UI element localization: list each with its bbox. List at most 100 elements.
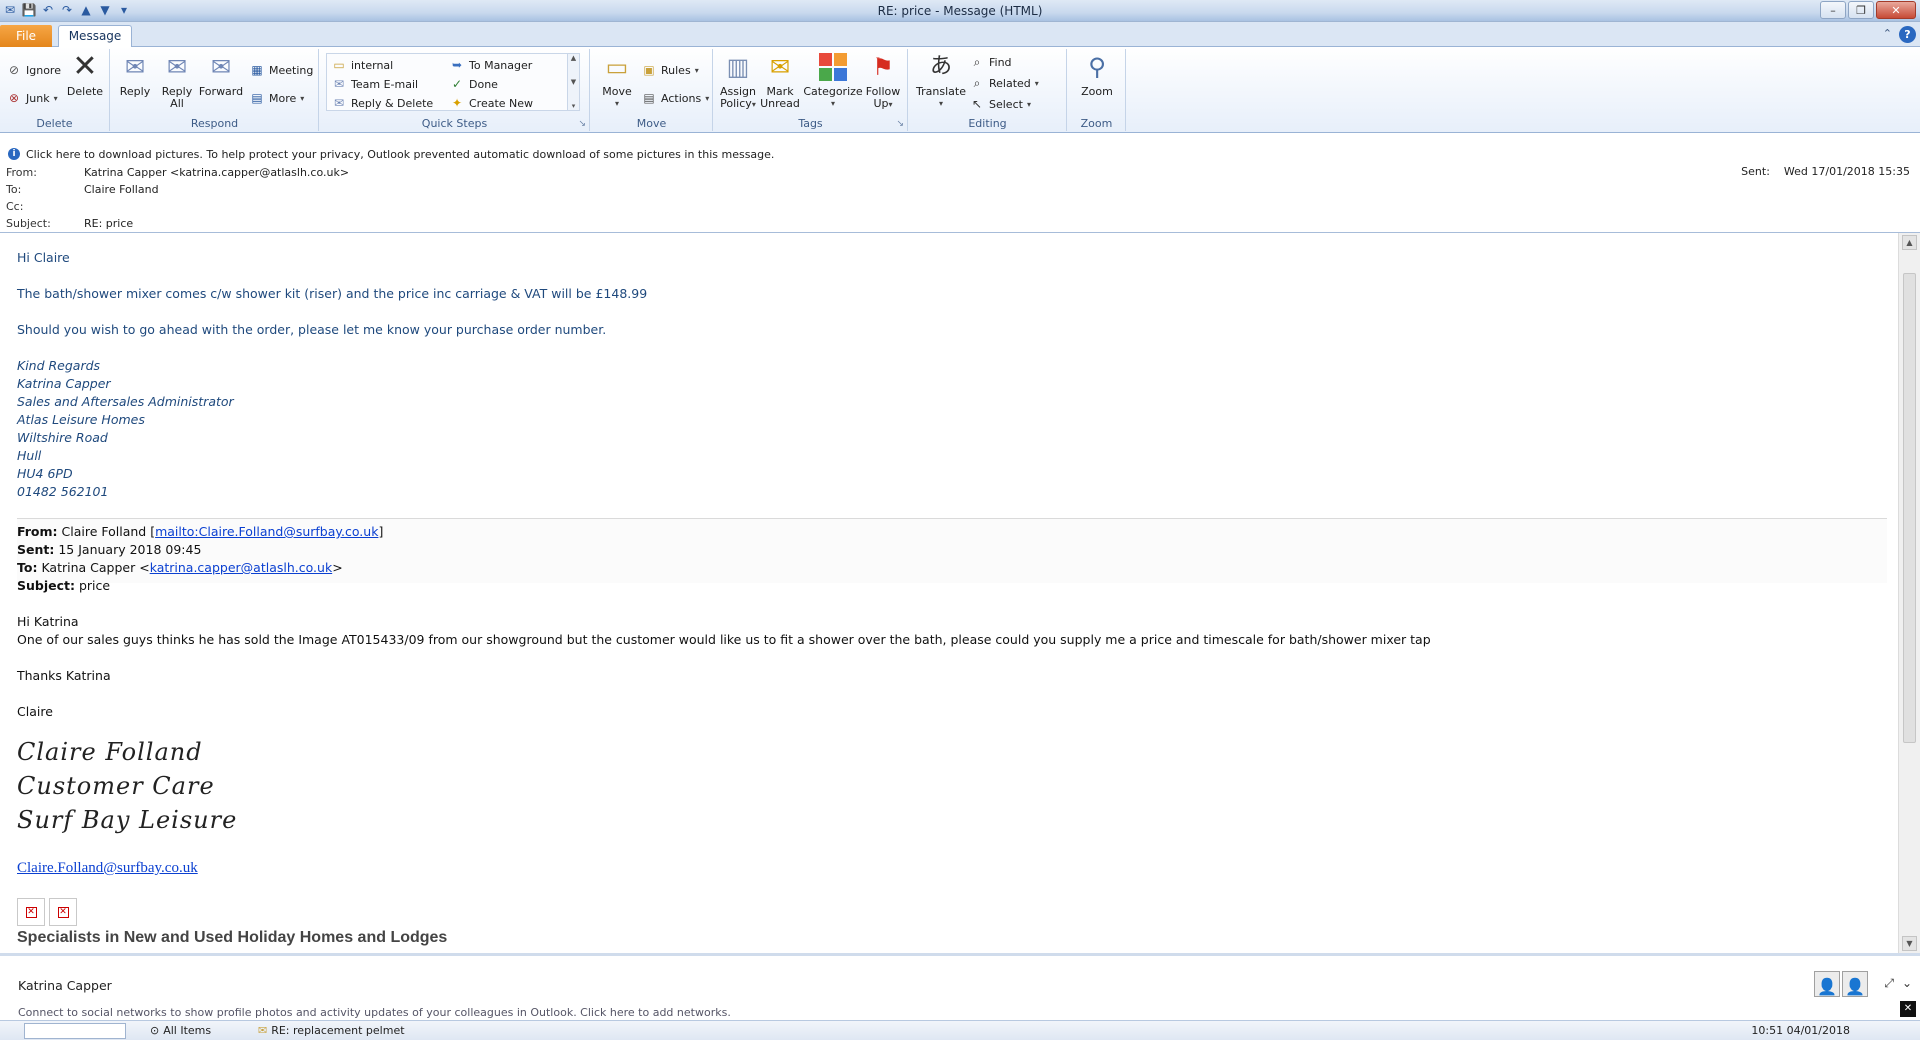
- script-signature-line: Customer Care: [17, 772, 215, 800]
- minimize-button[interactable]: –: [1820, 1, 1846, 19]
- tags-dialog-launcher-icon[interactable]: ↘: [896, 119, 904, 129]
- quoted-text: One of our sales guys thinks he has sold…: [17, 632, 1431, 647]
- categorize-button[interactable]: Categorize ▾: [803, 51, 863, 110]
- close-button[interactable]: ✕: [1876, 1, 1916, 19]
- ignore-button[interactable]: ⊘ Ignore: [6, 61, 61, 79]
- download-pictures-infobar[interactable]: i Click here to download pictures. To he…: [0, 145, 1920, 163]
- signature-line: Kind Regards: [17, 358, 101, 373]
- junk-icon: ⊗: [8, 91, 20, 105]
- chevron-down-icon[interactable]: ⌄: [1902, 976, 1912, 991]
- quick-steps-gallery: ▭ internal ✉ Team E-mail ✉ Reply & Delet…: [326, 53, 580, 111]
- reply-greeting: Hi Claire: [17, 250, 70, 265]
- group-label-delete: Delete: [36, 117, 73, 130]
- quick-step-to-manager[interactable]: ➥ To Manager: [449, 56, 532, 74]
- reply-icon: ✉: [124, 53, 146, 81]
- group-quick-steps: ▭ internal ✉ Team E-mail ✉ Reply & Delet…: [320, 49, 590, 131]
- header-from-row: From: Katrina Capper <katrina.capper@atla…: [6, 166, 350, 179]
- tab-message[interactable]: Message: [58, 25, 132, 48]
- message-body[interactable]: Hi Claire The bath/shower mixer comes c/…: [0, 233, 1898, 953]
- maximize-button[interactable]: ❐: [1848, 1, 1874, 19]
- delete-button[interactable]: ✕ Delete: [66, 51, 104, 98]
- ribbon-tab-strip: File Message ⌃ ?: [0, 22, 1920, 48]
- reply-line-price: The bath/shower mixer comes c/w shower k…: [17, 286, 648, 301]
- list-item[interactable]: ✉ RE: replacement pelmet: [258, 1024, 405, 1037]
- reply-all-button[interactable]: ✉ Reply All: [159, 51, 195, 110]
- meeting-button[interactable]: ▦ Meeting: [249, 61, 313, 79]
- reply-line-order: Should you wish to go ahead with the ord…: [17, 322, 607, 337]
- broken-image-icon[interactable]: ✕: [17, 898, 45, 926]
- quick-step-done[interactable]: ✓ Done: [449, 75, 498, 93]
- translate-button[interactable]: あ Translate ▾: [915, 51, 967, 110]
- signature-email-link[interactable]: Claire.Folland@surfbay.co.uk: [17, 860, 198, 877]
- find-button[interactable]: ⌕ Find: [969, 53, 1012, 71]
- more-respond-button[interactable]: ▤ More ▾: [249, 89, 304, 107]
- group-label-zoom: Zoom: [1080, 117, 1113, 130]
- signature-line: 01482 562101: [17, 484, 109, 499]
- quick-steps-scrollbar[interactable]: ▲ ▼ ▾: [567, 54, 579, 110]
- group-label-editing: Editing: [968, 117, 1007, 130]
- signature-line: HU4 6PD: [17, 466, 73, 481]
- company-tagline: Specialists in New and Used Holiday Home…: [17, 929, 448, 946]
- person-icon[interactable]: 👤: [1814, 971, 1840, 997]
- related-button[interactable]: ⌕ Related ▾: [969, 74, 1039, 92]
- move-button[interactable]: ▭ Move ▾: [597, 51, 637, 110]
- translate-icon: あ: [929, 54, 952, 79]
- group-editing: あ Translate ▾ ⌕ Find ⌕ Related ▾ ↖ Select ▾…: [909, 49, 1067, 131]
- more-icon: ▤: [251, 91, 263, 105]
- select-button[interactable]: ↖ Select ▾: [969, 95, 1031, 113]
- scroll-thumb[interactable]: [1903, 273, 1916, 743]
- header-to-row: To: Claire Folland: [6, 183, 159, 196]
- sender[interactable]: Katrina Capper <katrina.capper@atlaslh.c…: [84, 166, 349, 179]
- group-tags: ▥ Assign Policy▾ ✉ Mark Unread Categoriz…: [714, 49, 908, 131]
- group-zoom: ⚲ Zoom Zoom: [1068, 49, 1126, 131]
- tab-file[interactable]: File: [0, 25, 52, 47]
- item-timestamp: 10:51 04/01/2018: [1751, 1024, 1850, 1037]
- quoted-thanks: Thanks Katrina: [17, 668, 111, 683]
- quick-step-team-email[interactable]: ✉ Team E-mail: [331, 75, 418, 93]
- ignore-icon: ⊘: [8, 63, 20, 77]
- group-respond: ✉ Reply ✉ Reply All ✉ Forward ▦ Meeting …: [111, 49, 319, 131]
- quick-step-reply-delete[interactable]: ✉ Reply & Delete: [331, 94, 433, 112]
- message-scrollbar[interactable]: ▲ ▼: [1898, 233, 1920, 953]
- dialog-launcher-icon[interactable]: ↘: [578, 119, 586, 129]
- quoted-greeting: Hi Katrina: [17, 614, 79, 629]
- people-avatars: 👤 👤: [1814, 971, 1868, 997]
- mark-unread-button[interactable]: ✉ Mark Unread: [760, 51, 800, 110]
- script-signature-line: Claire Folland: [17, 738, 203, 766]
- avatar[interactable]: 👤: [1842, 971, 1868, 997]
- create-new-icon: ✦: [451, 96, 463, 110]
- junk-button[interactable]: ⊗ Junk ▾: [6, 89, 58, 107]
- reply-all-icon: ✉: [166, 53, 188, 81]
- broken-image-icon[interactable]: ✕: [49, 898, 77, 926]
- reply-button[interactable]: ✉ Reply: [117, 51, 153, 98]
- quick-step-internal[interactable]: ▭ internal: [331, 56, 393, 74]
- team-email-icon: ✉: [333, 77, 345, 91]
- calendar-icon: ▦: [251, 63, 263, 77]
- all-items-filter[interactable]: ⊙ All Items: [150, 1024, 211, 1037]
- expand-pane-icon[interactable]: ⤢: [1884, 976, 1894, 991]
- quoted-from-link[interactable]: mailto:Claire.Folland@surfbay.co.uk: [155, 524, 378, 539]
- people-pane-name[interactable]: Katrina Capper: [18, 978, 112, 993]
- assign-policy-button[interactable]: ▥ Assign Policy▾: [718, 51, 758, 111]
- collapse-ribbon-icon[interactable]: ⌃: [1883, 27, 1892, 40]
- help-icon[interactable]: ?: [1899, 26, 1916, 43]
- scroll-up-button[interactable]: ▲: [1902, 235, 1917, 250]
- actions-button[interactable]: ▤ Actions ▾: [641, 89, 709, 107]
- status-field: [24, 1023, 126, 1039]
- social-networks-prompt[interactable]: Connect to social networks to show profi…: [18, 1006, 731, 1019]
- close-icon[interactable]: ✕: [1900, 1001, 1916, 1017]
- recipient[interactable]: Claire Folland: [84, 183, 159, 196]
- magnifier-icon: ⚲: [1088, 53, 1106, 81]
- related-icon: ⌕: [973, 75, 981, 90]
- forward-button[interactable]: ✉ Forward: [199, 51, 243, 98]
- people-pane: Katrina Capper Connect to social network…: [0, 953, 1920, 1020]
- scroll-down-button[interactable]: ▼: [1902, 936, 1917, 951]
- rules-button[interactable]: ▣ Rules ▾: [641, 61, 698, 79]
- group-label-quick-steps: Quick Steps: [421, 117, 488, 130]
- filter-icon: ⊙: [150, 1024, 160, 1037]
- quoted-to-link[interactable]: katrina.capper@atlaslh.co.uk: [150, 560, 333, 575]
- group-label-move: Move: [636, 117, 667, 130]
- follow-up-button[interactable]: ⚑ Follow Up▾: [864, 51, 902, 111]
- quick-step-create-new[interactable]: ✦ Create New: [449, 94, 533, 112]
- zoom-button[interactable]: ⚲ Zoom: [1077, 51, 1117, 98]
